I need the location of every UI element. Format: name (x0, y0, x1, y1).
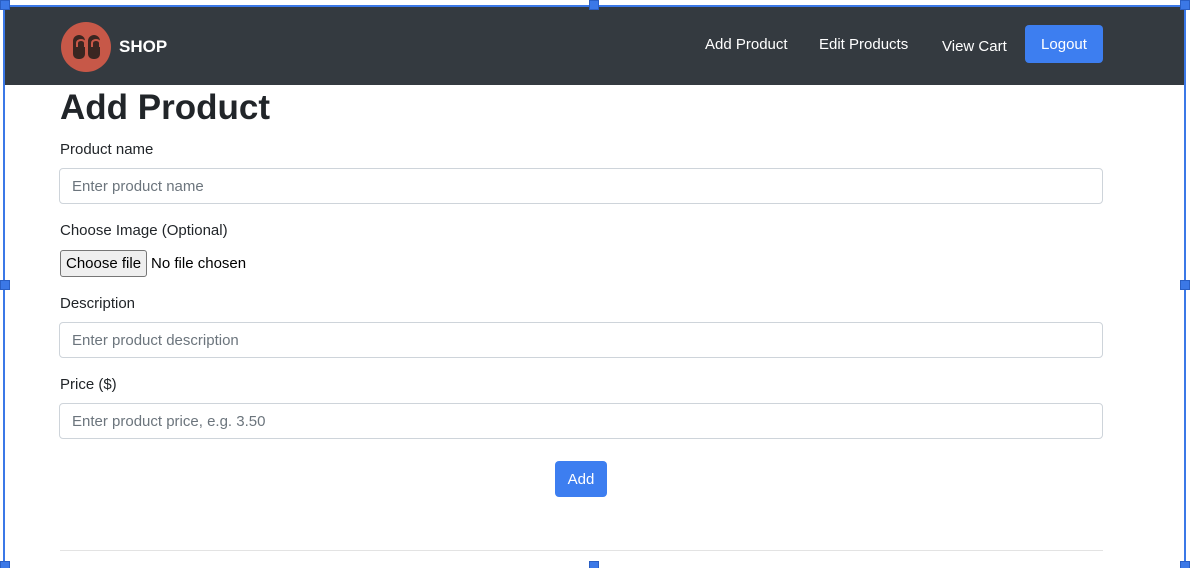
brand[interactable]: SHOP (61, 22, 167, 72)
brand-name: SHOP (119, 37, 168, 56)
resize-handle[interactable] (589, 0, 599, 10)
resize-handle[interactable] (1180, 280, 1190, 290)
product-name-input[interactable]: Enter product name (59, 168, 1103, 204)
nav-edit-products[interactable]: Edit Products (819, 36, 908, 53)
page-title: Add Product (60, 88, 270, 127)
description-label: Description (60, 295, 136, 312)
add-button[interactable]: Add (555, 461, 607, 497)
sandals-logo-icon (61, 22, 111, 72)
resize-handle[interactable] (1180, 561, 1190, 568)
image-label: Choose Image (Optional) (60, 222, 228, 239)
product-name-label: Product name (60, 141, 154, 158)
top-navbar: SHOP Add Product Edit Products View Cart… (5, 7, 1184, 85)
file-status: No file chosen (151, 255, 247, 272)
resize-handle[interactable] (0, 0, 10, 10)
resize-handle[interactable] (0, 280, 10, 290)
image-file-input[interactable]: Choose file No file chosen (60, 250, 246, 277)
resize-handle[interactable] (589, 561, 599, 568)
resize-handle[interactable] (1180, 0, 1190, 10)
price-input[interactable]: Enter product price, e.g. 3.50 (59, 403, 1103, 439)
resize-handle[interactable] (0, 561, 10, 568)
description-input[interactable]: Enter product description (59, 322, 1103, 358)
product-name-placeholder: Enter product name (72, 177, 204, 195)
choose-file-button[interactable]: Choose file (60, 250, 148, 277)
logout-button[interactable]: Logout (1025, 25, 1103, 63)
divider (60, 550, 1103, 551)
description-placeholder: Enter product description (72, 331, 239, 349)
nav-view-cart[interactable]: View Cart (942, 38, 1007, 55)
price-label: Price ($) (60, 376, 117, 393)
price-placeholder: Enter product price, e.g. 3.50 (72, 412, 266, 430)
nav-add-product[interactable]: Add Product (705, 36, 788, 53)
